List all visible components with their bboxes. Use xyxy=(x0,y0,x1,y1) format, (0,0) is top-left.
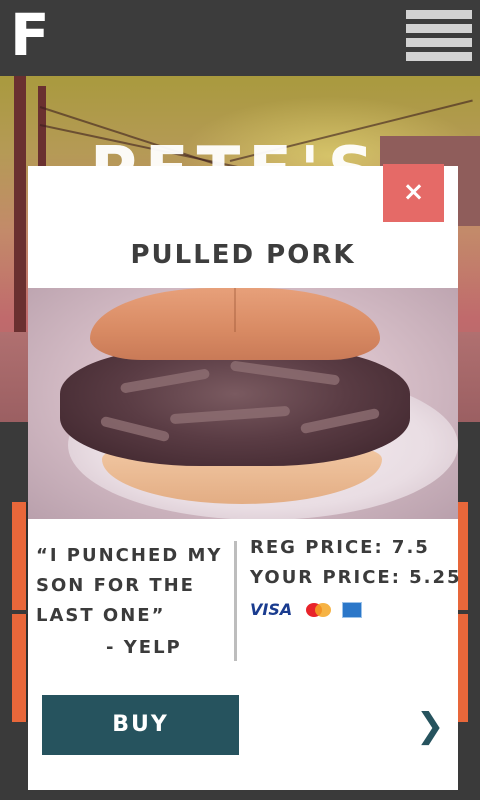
review-source: - YELP xyxy=(106,637,182,658)
your-price: YOUR PRICE: 5.25 xyxy=(250,567,462,588)
meat-shred xyxy=(229,360,341,386)
pulled-pork-filling xyxy=(60,346,410,466)
meat-shred xyxy=(169,405,291,425)
menu-bar xyxy=(406,24,472,33)
review-quote: “I PUNCHED MY SON FOR THE LAST ONE” xyxy=(36,545,223,626)
card-accent xyxy=(12,502,26,610)
next-chevron-icon[interactable]: ❯ xyxy=(416,708,445,744)
card-accent xyxy=(458,614,468,722)
meat-shred xyxy=(99,415,171,443)
top-bar: F xyxy=(0,0,480,76)
amex-icon xyxy=(342,602,362,618)
product-title: PULLED PORK xyxy=(130,240,356,270)
divider xyxy=(234,541,237,661)
mastercard-icon xyxy=(306,602,332,618)
product-modal: × PULLED PORK “I PUNCHED MY SON FOR THE … xyxy=(28,164,460,790)
close-button[interactable]: × xyxy=(383,164,444,222)
hamburger-menu-icon[interactable] xyxy=(404,10,474,62)
meat-shred xyxy=(119,368,211,394)
bun-top xyxy=(90,288,380,360)
card-accent xyxy=(12,614,26,722)
menu-bar xyxy=(406,52,472,61)
product-info: “I PUNCHED MY SON FOR THE LAST ONE” - YE… xyxy=(28,519,460,679)
menu-bar xyxy=(406,38,472,47)
menu-bar xyxy=(406,10,472,19)
visa-icon: VISA xyxy=(250,600,293,619)
bun-seam xyxy=(234,288,236,332)
product-image xyxy=(28,288,458,519)
card-accent xyxy=(458,502,468,610)
meat-shred xyxy=(299,407,381,435)
utility-pole xyxy=(14,76,26,332)
logo[interactable]: F xyxy=(10,4,50,66)
buy-button[interactable]: BUY xyxy=(42,695,239,755)
regular-price: REG PRICE: 7.5 xyxy=(250,537,430,558)
